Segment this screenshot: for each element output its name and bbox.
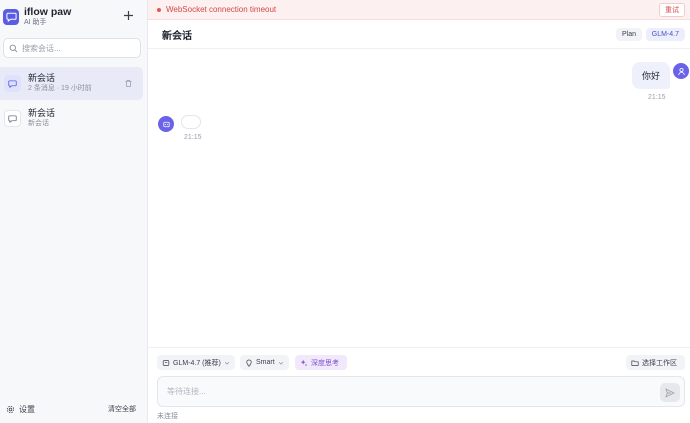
- model-selector[interactable]: GLM-4.7 (推荐): [157, 355, 235, 370]
- folder-icon: [631, 360, 639, 366]
- send-icon: [665, 387, 675, 398]
- chat-bubble-logo-icon: [3, 8, 19, 25]
- assistant-message: [181, 115, 201, 129]
- conversation-meta: 新会话: [28, 120, 49, 127]
- search-input[interactable]: [22, 43, 132, 53]
- deep-think-toggle[interactable]: 深度思考: [295, 355, 347, 370]
- chevron-down-icon: [278, 361, 283, 365]
- message-input-box[interactable]: [157, 376, 685, 407]
- settings-label: 设置: [19, 404, 35, 414]
- plus-icon: [123, 10, 133, 20]
- message-time: 21:15: [648, 94, 666, 101]
- gear-icon: [6, 405, 15, 413]
- delete-conversation-button[interactable]: [123, 78, 134, 89]
- plan-toggle[interactable]: Plan: [615, 28, 642, 41]
- chat-header: 新会话 Plan GLM-4.7: [148, 21, 690, 49]
- cpu-icon: [162, 359, 170, 366]
- sidebar-footer: 设置 清空全部: [0, 400, 148, 418]
- search-icon: [9, 44, 18, 52]
- clear-all-button[interactable]: 清空全部: [108, 404, 136, 414]
- error-dot-icon: [157, 7, 161, 12]
- chat-icon: [4, 75, 21, 92]
- sparkle-icon: [300, 359, 308, 366]
- error-banner: WebSocket connection timeout 重试: [148, 0, 690, 20]
- conversation-item[interactable]: 新会话 2 条消息 · 19 小时前: [0, 67, 143, 100]
- workspace-selector[interactable]: 选择工作区: [626, 355, 685, 370]
- chevron-down-icon: [224, 361, 229, 365]
- app-name: iflow paw: [24, 6, 72, 18]
- user-icon: [677, 67, 685, 75]
- chat-main: WebSocket connection timeout 重试 新会话 Plan…: [148, 0, 690, 423]
- error-message: WebSocket connection timeout: [166, 5, 277, 14]
- conversation-title: 新会话: [28, 73, 56, 83]
- mode-selector-label: Smart: [256, 359, 275, 366]
- brand: iflow paw AI 助手: [3, 6, 71, 27]
- user-message: 你好: [632, 62, 671, 89]
- search-box[interactable]: [3, 38, 141, 58]
- workspace-label: 选择工作区: [642, 359, 677, 367]
- sidebar: iflow paw AI 助手 新会话 2 条消息 · 19 小时前: [0, 0, 148, 423]
- send-button[interactable]: [660, 383, 680, 402]
- app-subtitle: AI 助手: [24, 19, 47, 26]
- composer: GLM-4.7 (推荐) Smart 深度思考 选择工作区 等待连接... 未连…: [148, 347, 690, 423]
- conversation-item[interactable]: 新会话 新会话: [0, 102, 143, 135]
- assistant-avatar: [158, 116, 174, 132]
- chat-icon: [4, 110, 21, 127]
- user-avatar: [673, 63, 689, 79]
- app-window: iflow paw AI 助手 新会话 2 条消息 · 19 小时前: [0, 0, 690, 423]
- deep-think-label: 深度思考: [311, 359, 339, 367]
- trash-icon: [125, 79, 132, 88]
- bot-icon: [162, 121, 170, 127]
- message-input[interactable]: [167, 387, 647, 396]
- connection-status: 未连接: [157, 413, 178, 420]
- model-selector-label: GLM-4.7 (推荐): [173, 359, 221, 367]
- mode-selector[interactable]: Smart: [240, 355, 289, 370]
- conversation-meta: 2 条消息 · 19 小时前: [28, 85, 92, 92]
- message-time: 21:15: [184, 134, 202, 141]
- page-title: 新会话: [162, 31, 192, 42]
- conversation-title: 新会话: [28, 108, 56, 118]
- model-badge[interactable]: GLM-4.7: [645, 28, 685, 41]
- retry-button[interactable]: 重试: [659, 3, 685, 17]
- lightbulb-icon: [246, 359, 252, 366]
- new-conversation-button[interactable]: [121, 8, 135, 22]
- settings-button[interactable]: 设置: [6, 404, 35, 415]
